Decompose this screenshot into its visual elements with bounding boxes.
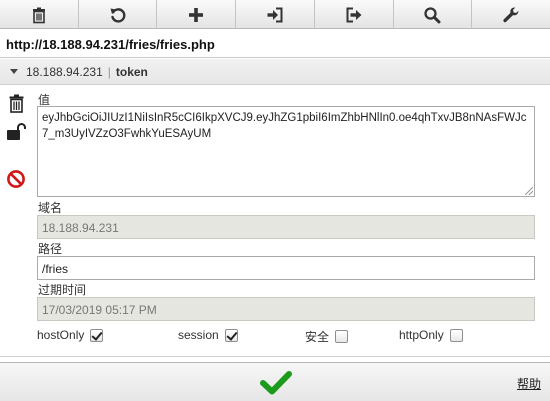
current-url: http://18.188.94.231/fries/fries.php (0, 30, 550, 58)
wrench-icon (503, 6, 519, 22)
secure-label: 安全 (305, 330, 330, 344)
export-button[interactable] (315, 0, 394, 29)
add-cookie-button[interactable] (157, 0, 237, 29)
plus-icon (189, 7, 204, 22)
cookie-separator: | (107, 64, 111, 79)
cookie-name: token (115, 64, 148, 79)
cookie-domain: 18.188.94.231 (26, 64, 103, 79)
block-cookie-button[interactable] (6, 168, 26, 190)
delete-all-button[interactable] (0, 0, 79, 29)
session-label: session (178, 328, 219, 342)
delete-cookie-button[interactable] (6, 92, 26, 114)
expand-arrow-icon[interactable] (10, 69, 18, 74)
toolbar (0, 0, 550, 29)
search-button[interactable] (394, 0, 473, 29)
search-icon (424, 6, 441, 23)
httponly-checkbox[interactable] (449, 328, 463, 342)
block-icon (7, 170, 25, 188)
refresh-icon (110, 7, 126, 23)
footer-bar: 帮助 (0, 362, 550, 401)
path-label: 路径 (38, 242, 63, 256)
import-button[interactable] (236, 0, 315, 29)
options-button[interactable] (472, 0, 550, 29)
value-textarea[interactable]: eyJhbGciOiJIUzI1NiIsInR5cCI6IkpXVCJ9.eyJ… (37, 106, 535, 197)
expiration-field: 17/03/2019 05:17 PM (37, 297, 535, 321)
protect-cookie-button[interactable] (6, 121, 26, 143)
refresh-button[interactable] (79, 0, 158, 29)
trash-icon (9, 94, 23, 113)
help-link[interactable]: 帮助 (517, 375, 541, 392)
session-checkbox[interactable] (224, 328, 238, 342)
unlock-icon (7, 123, 26, 140)
secure-flag: 安全 (305, 328, 349, 345)
httponly-flag: httpOnly (399, 328, 463, 342)
secure-checkbox[interactable] (335, 330, 349, 343)
export-icon (346, 7, 362, 22)
hostonly-label: hostOnly (37, 328, 85, 342)
resize-handle[interactable] (525, 187, 533, 195)
expiration-label: 过期时间 (38, 283, 87, 297)
value-text: eyJhbGciOiJIUzI1NiIsInR5cCI6IkpXVCJ9.eyJ… (42, 112, 527, 140)
hostonly-flag: hostOnly (37, 328, 104, 342)
path-field[interactable]: /fries (37, 256, 535, 280)
save-button[interactable] (259, 369, 293, 397)
hostonly-checkbox[interactable] (90, 328, 104, 342)
httponly-label: httpOnly (399, 328, 444, 342)
domain-field: 18.188.94.231 (37, 215, 535, 239)
session-flag: session (178, 328, 238, 342)
cookie-list-item[interactable]: 18.188.94.231 | token (0, 59, 550, 85)
trash-icon (32, 7, 45, 23)
divider (0, 356, 550, 357)
domain-label: 域名 (38, 201, 63, 215)
checkmark-icon (260, 371, 292, 395)
import-icon (267, 7, 283, 22)
